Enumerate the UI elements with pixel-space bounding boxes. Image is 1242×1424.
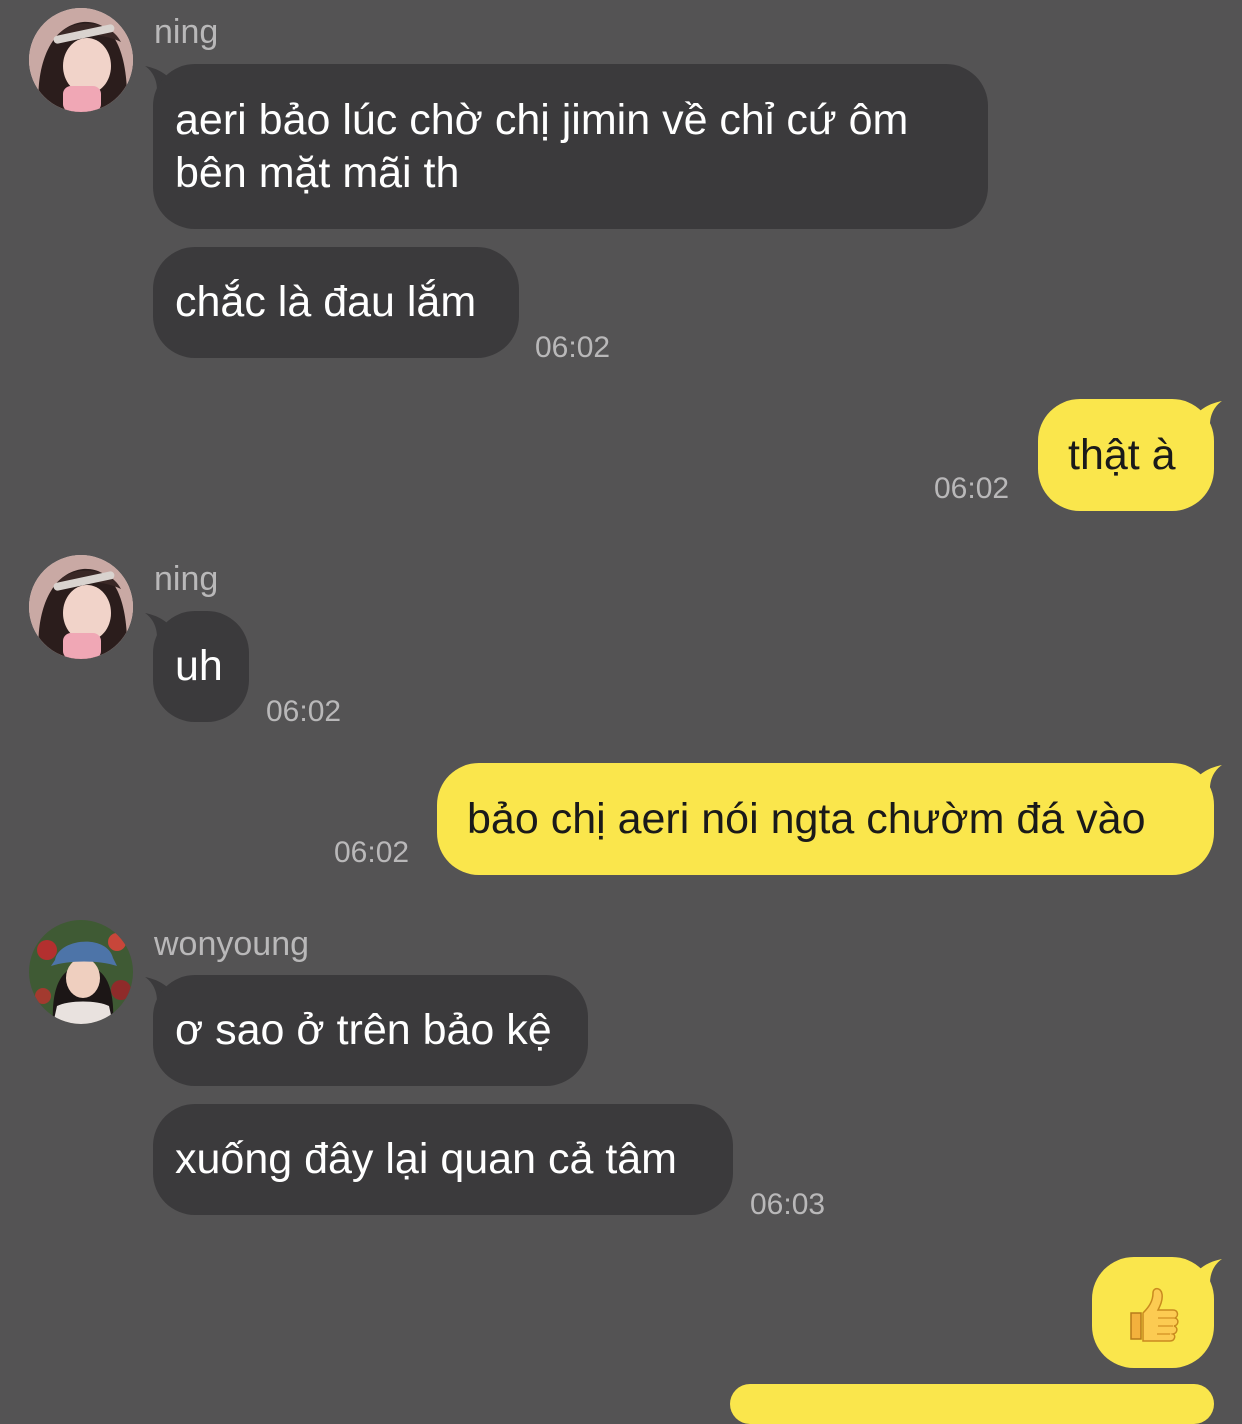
avatar-wonyoung-photo: [29, 920, 133, 1024]
message-bubble-outgoing-partial[interactable]: [730, 1384, 1214, 1424]
avatar-ning[interactable]: [29, 8, 133, 112]
message-bubble-incoming[interactable]: ơ sao ở trên bảo kệ: [153, 975, 588, 1086]
message-bubble-incoming[interactable]: xuống đây lại quan cả tâm: [153, 1104, 733, 1215]
message-timestamp: 06:02: [934, 472, 1010, 505]
avatar-wonyoung[interactable]: [29, 920, 133, 1024]
message-bubble-incoming[interactable]: uh: [153, 611, 249, 722]
message-text: thật à: [1068, 431, 1176, 479]
avatar-ning-photo: [29, 555, 133, 659]
message-bubble-outgoing[interactable]: thật à: [1038, 399, 1214, 511]
bubble-tail: [1194, 1257, 1224, 1283]
message-timestamp: 06:02: [535, 331, 611, 364]
message-timestamp: 06:02: [266, 695, 342, 728]
message-timestamp: 06:02: [334, 836, 410, 869]
bubble-tail: [1194, 399, 1224, 425]
message-text: bảo chị aeri nói ngta chườm đá vào: [467, 795, 1146, 843]
avatar-ning-photo: [29, 8, 133, 112]
bubble-tail: [1194, 763, 1224, 789]
message-bubble-outgoing[interactable]: bảo chị aeri nói ngta chườm đá vào: [437, 763, 1214, 875]
message-text-line: bên mặt mãi th: [175, 149, 460, 197]
avatar-ning[interactable]: [29, 555, 133, 659]
message-text: chắc là đau lắm: [175, 278, 477, 326]
sender-name: ning: [154, 13, 219, 51]
message-timestamp: 06:03: [750, 1188, 826, 1221]
sender-name: ning: [154, 560, 219, 598]
message-bubble-incoming[interactable]: chắc là đau lắm: [153, 247, 519, 358]
sender-name: wonyoung: [154, 925, 310, 963]
message-text: xuống đây lại quan cả tâm: [175, 1135, 677, 1183]
message-text: uh: [175, 642, 223, 690]
message-bubble-incoming[interactable]: aeri bảo lúc chờ chị jimin về chỉ cứ ôm …: [153, 64, 988, 229]
message-text-line: aeri bảo lúc chờ chị jimin về chỉ cứ ôm: [175, 96, 909, 144]
message-text: ơ sao ở trên bảo kệ: [175, 1006, 552, 1054]
